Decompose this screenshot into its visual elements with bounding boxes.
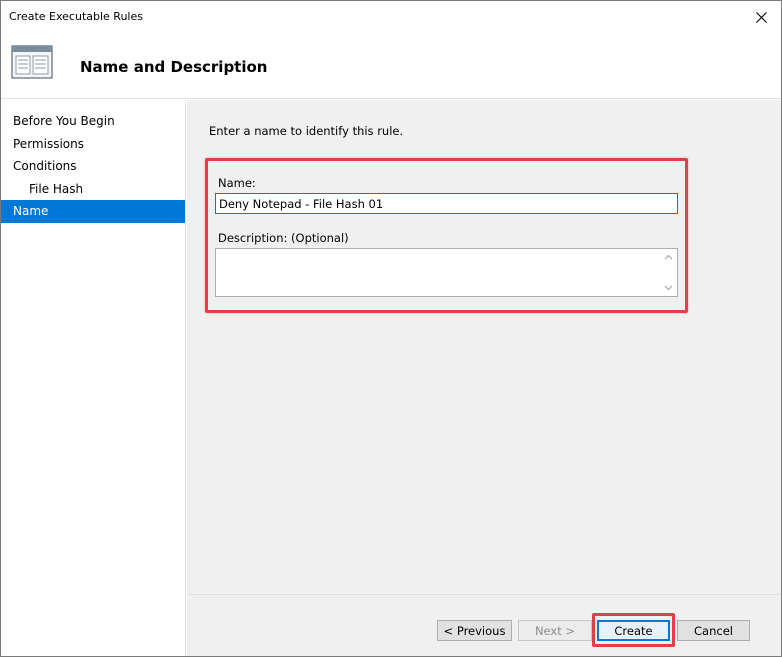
content-panel: Enter a name to identify this rule. Name… [187, 100, 781, 594]
previous-button[interactable]: < Previous [437, 620, 512, 641]
step-before-you-begin[interactable]: Before You Begin [1, 110, 185, 133]
next-button[interactable]: Next > [518, 620, 592, 641]
cancel-button[interactable]: Cancel [677, 620, 750, 641]
step-file-hash[interactable]: File Hash [1, 178, 185, 201]
step-permissions[interactable]: Permissions [1, 133, 185, 156]
wizard-footer: < Previous Next > Create Cancel [187, 594, 781, 656]
wizard-steps-sidebar: Before You Begin Permissions Conditions … [1, 100, 186, 656]
step-name[interactable]: Name [1, 200, 185, 223]
dialog-window: Create Executable Rules Name and Descrip… [0, 0, 782, 657]
page-title: Name and Description [80, 58, 268, 76]
instruction-text: Enter a name to identify this rule. [209, 124, 404, 138]
close-button[interactable] [741, 1, 781, 33]
window-title: Create Executable Rules [9, 10, 143, 23]
step-conditions[interactable]: Conditions [1, 155, 185, 178]
title-bar: Create Executable Rules [1, 1, 781, 33]
wizard-header: Name and Description [1, 33, 781, 99]
create-highlight-box [592, 613, 675, 647]
fields-highlight-box [205, 158, 688, 313]
close-icon [755, 11, 767, 23]
wizard-page-icon [11, 45, 53, 79]
